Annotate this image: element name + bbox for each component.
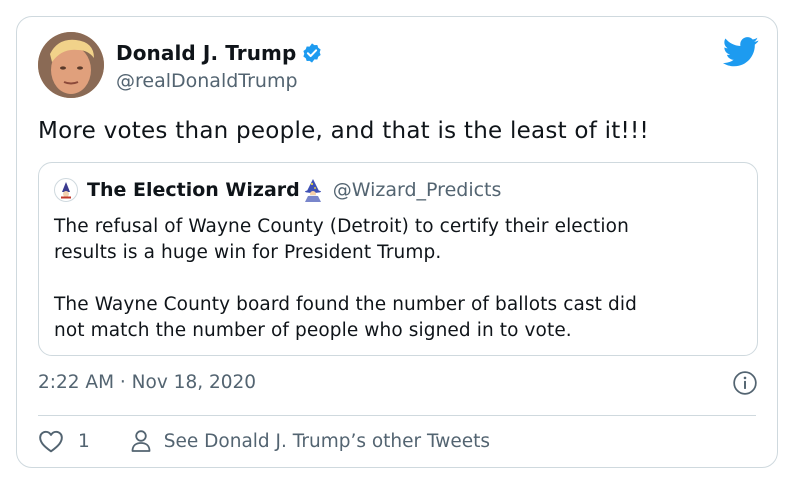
info-icon[interactable] bbox=[732, 370, 758, 396]
other-tweets-label: See Donald J. Trump’s other Tweets bbox=[163, 430, 491, 452]
quoted-tweet[interactable]: The Election Wizard @Wizard_Predicts The… bbox=[38, 162, 758, 356]
author-avatar[interactable] bbox=[38, 32, 104, 98]
quoted-tweet-text: The refusal of Wayne County (Detroit) to… bbox=[54, 216, 637, 341]
tweet-text: More votes than people, and that is the … bbox=[38, 118, 649, 144]
divider bbox=[38, 415, 756, 416]
twitter-bird-icon[interactable] bbox=[723, 37, 759, 67]
tweet-card: Donald J. Trump @realDonaldTrump More vo… bbox=[16, 16, 778, 468]
tweet-timestamp[interactable]: 2:22 AM · Nov 18, 2020 bbox=[38, 372, 256, 393]
heart-icon bbox=[39, 430, 63, 453]
like-count: 1 bbox=[78, 430, 90, 452]
author-handle[interactable]: @realDonaldTrump bbox=[116, 70, 323, 92]
quoted-author-avatar[interactable] bbox=[54, 178, 78, 202]
person-icon bbox=[131, 430, 151, 452]
author-name[interactable]: Donald J. Trump bbox=[116, 41, 296, 65]
like-button[interactable]: 1 bbox=[38, 429, 90, 453]
action-bar: 1 See Donald J. Trump’s other Tweets bbox=[38, 427, 490, 455]
wizard-icon bbox=[304, 179, 321, 202]
other-tweets-link[interactable]: See Donald J. Trump’s other Tweets bbox=[130, 429, 490, 453]
quoted-author-name[interactable]: The Election Wizard bbox=[87, 179, 300, 201]
verified-badge-icon bbox=[303, 43, 322, 63]
quoted-author-handle[interactable]: @Wizard_Predicts bbox=[333, 179, 502, 201]
